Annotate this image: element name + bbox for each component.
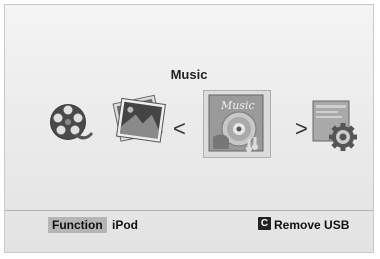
settings-gear-icon[interactable]: [311, 99, 361, 153]
footer-bar: Function iPod C Remove USB: [5, 212, 373, 239]
next-arrow[interactable]: >: [295, 118, 308, 140]
function-button[interactable]: Function: [48, 217, 107, 233]
home-menu-screen: Music < Music > Function iPod C Remove U…: [4, 4, 374, 253]
previous-arrow[interactable]: <: [173, 118, 186, 140]
remove-usb-button[interactable]: Remove USB: [274, 218, 349, 232]
footer-divider: [5, 210, 373, 211]
film-reel-icon[interactable]: [45, 100, 95, 146]
photo-stack-icon[interactable]: [107, 91, 171, 149]
c-key-icon: C: [258, 217, 271, 230]
music-disc-icon[interactable]: Music: [205, 91, 269, 157]
selected-item-title: Music: [170, 67, 208, 82]
svg-text:Music: Music: [220, 99, 255, 112]
function-value: iPod: [112, 218, 138, 232]
